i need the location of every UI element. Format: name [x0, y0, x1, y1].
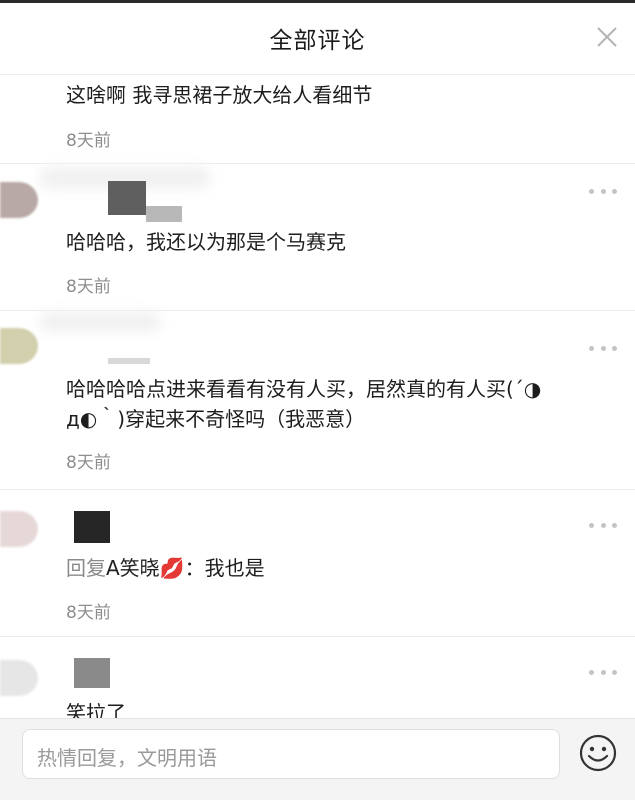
smiley-face-icon[interactable]	[578, 733, 618, 773]
comment-text: 这啥啊 我寻思裙子放大给人看细节	[66, 83, 373, 107]
close-icon[interactable]	[595, 25, 619, 49]
reply-text: 我也是	[204, 556, 265, 580]
page-title: 全部评论	[269, 28, 366, 54]
reply-bar: 热情回复，文明用语	[0, 718, 635, 800]
username-mosaic	[74, 658, 110, 688]
lips-emoji: 💋	[159, 556, 185, 580]
comment-time: 8天前	[66, 453, 111, 473]
comment-item: 哈哈哈哈点进来看看有没有人买，居然真的有人买(´◑ д◐｀)穿起来不奇怪吗（我恶…	[0, 312, 635, 490]
more-options-icon[interactable]	[589, 344, 617, 352]
username-mosaic	[108, 358, 150, 364]
more-options-icon[interactable]	[589, 521, 617, 529]
username-mosaic	[74, 511, 110, 543]
comments-header: 全部评论	[0, 3, 635, 75]
avatar[interactable]	[0, 511, 38, 547]
reply-username[interactable]: A笑晓	[106, 556, 160, 580]
comment-text-line-1: 哈哈哈哈点进来看看有没有人买，居然真的有人买(´◑	[66, 377, 542, 401]
reply-input[interactable]: 热情回复，文明用语	[22, 729, 560, 779]
username-mosaic	[108, 181, 146, 215]
comment-time: 8天前	[66, 603, 111, 623]
username-mosaic	[146, 206, 182, 222]
comment-text: 哈哈哈，我还以为那是个马赛克	[66, 230, 346, 254]
avatar[interactable]	[0, 328, 38, 364]
reply-separator: ：	[184, 556, 205, 580]
comment-time: 8天前	[66, 277, 111, 297]
comment-item: 这啥啊 我寻思裙子放大给人看细节 8天前	[0, 76, 635, 164]
more-options-icon[interactable]	[589, 187, 617, 195]
comment-time: 8天前	[66, 131, 111, 151]
username-blur	[40, 312, 160, 332]
comment-item: 笑拉了	[0, 638, 635, 718]
reply-prefix: 回复	[66, 556, 106, 580]
comment-text: 笑拉了	[66, 701, 126, 718]
avatar[interactable]	[0, 660, 38, 696]
comment-list[interactable]: 这啥啊 我寻思裙子放大给人看细节 8天前 哈哈哈，我还以为那是个马赛克 8天前 …	[0, 76, 635, 718]
comment-text: 回复A笑晓💋：我也是	[66, 553, 611, 583]
comment-item: 哈哈哈，我还以为那是个马赛克 8天前	[0, 165, 635, 311]
comment-text-line-2: д◐｀)穿起来不奇怪吗（我恶意）	[66, 407, 366, 431]
avatar[interactable]	[0, 182, 38, 218]
more-options-icon[interactable]	[589, 668, 617, 676]
comment-item: 回复A笑晓💋：我也是 8天前	[0, 491, 635, 637]
